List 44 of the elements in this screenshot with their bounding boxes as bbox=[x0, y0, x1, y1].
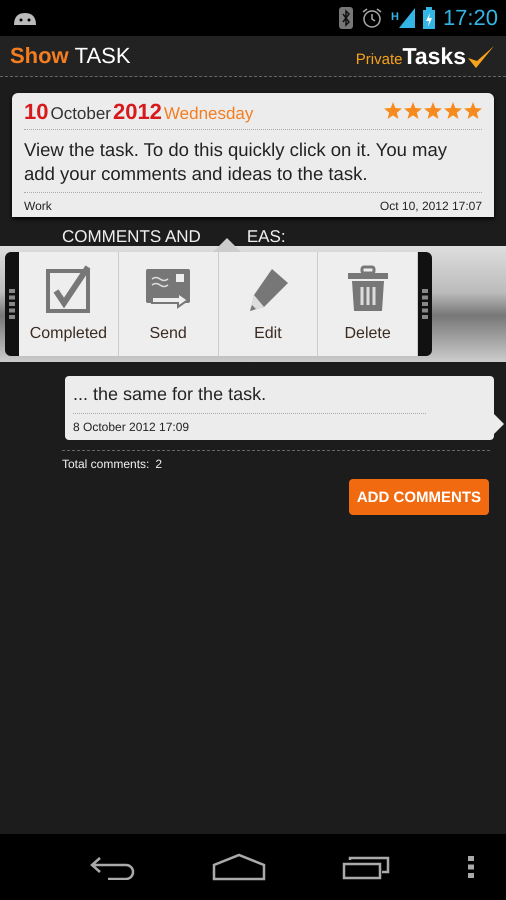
section-heading: EAS: bbox=[246, 228, 286, 246]
recent-apps-icon[interactable] bbox=[342, 854, 392, 880]
back-icon[interactable] bbox=[88, 854, 136, 880]
menu-item[interactable]: Completed bbox=[19, 252, 119, 356]
star-icon bbox=[404, 102, 422, 119]
total-count: 2 bbox=[155, 457, 162, 471]
comment-text: ... the same for the task. bbox=[73, 384, 426, 414]
signal-icon bbox=[398, 8, 415, 28]
menu-item[interactable]: Send bbox=[118, 252, 218, 356]
task-month: October bbox=[50, 104, 111, 124]
task-category: Work bbox=[24, 199, 52, 213]
total-label: Total comments: bbox=[62, 457, 150, 471]
screen-title-accent: Show bbox=[10, 43, 69, 69]
star-icon bbox=[444, 102, 462, 119]
section-heading: COMMENTS AND bbox=[62, 228, 201, 246]
menu-item[interactable]: Delete bbox=[318, 252, 418, 356]
task-description: View the task. To do this quickly click on it. You may add your comments and ideas to the task. bbox=[24, 130, 482, 193]
android-icon bbox=[12, 10, 38, 26]
star-icon bbox=[424, 102, 442, 119]
comment-date: 8 October 2012 17:09 bbox=[73, 419, 190, 434]
grip-icon bbox=[9, 289, 15, 319]
logo-text: Private bbox=[356, 50, 402, 68]
home-icon[interactable] bbox=[212, 853, 266, 881]
comment-bubble[interactable]: ... the same for the task. 8 October 2012 17:09 bbox=[65, 376, 494, 440]
check-icon bbox=[44, 265, 92, 313]
task-day: 10 bbox=[24, 99, 48, 125]
bluetooth-icon bbox=[338, 7, 353, 29]
screen-title: TASK bbox=[74, 43, 130, 69]
battery-icon bbox=[422, 7, 435, 29]
grip-icon bbox=[422, 289, 428, 319]
task-timestamp: Oct 10, 2012 17:07 bbox=[380, 199, 482, 213]
bubble-tail bbox=[494, 414, 504, 434]
checkmark-icon bbox=[466, 44, 496, 70]
star-icon bbox=[464, 102, 482, 119]
star-icon bbox=[384, 102, 402, 119]
task-year: 2012 bbox=[112, 99, 162, 125]
task-card[interactable]: 10 October2012Wednesday View the task. To do this quickly click on it. You may add your comments and ideas to the task. Work Oct 10, 2012 17:07 bbox=[12, 93, 494, 217]
logo-text: Tasks bbox=[402, 42, 466, 70]
network-type: H bbox=[390, 11, 399, 23]
alarm-icon bbox=[360, 7, 383, 29]
menu-item[interactable]: Edit bbox=[218, 252, 318, 356]
overflow-menu-icon[interactable] bbox=[468, 856, 474, 878]
clock-time: 17:20 bbox=[442, 5, 498, 31]
task-weekday: Wednesday bbox=[164, 104, 254, 124]
